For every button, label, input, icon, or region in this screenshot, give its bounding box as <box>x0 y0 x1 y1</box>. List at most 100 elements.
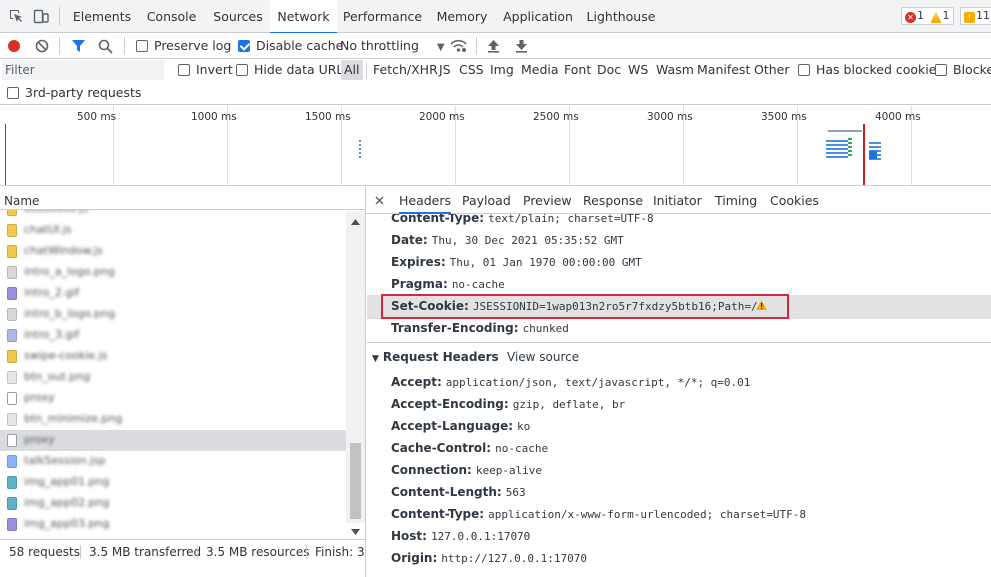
filter-type-font[interactable]: Font <box>561 60 594 80</box>
js-icon <box>7 224 17 237</box>
request-row[interactable]: intro_3.gif <box>0 325 346 346</box>
filter-input[interactable] <box>2 60 164 80</box>
hide-data-urls-box[interactable] <box>236 64 248 76</box>
filter-type-other[interactable]: Other <box>751 60 793 80</box>
request-row[interactable]: intro_b_logo.png <box>0 304 346 325</box>
header-value: 127.0.0.1:17070 <box>430 530 531 543</box>
issue-count: 11 <box>976 9 990 22</box>
request-row[interactable]: btn_minimize.png <box>0 409 346 430</box>
third-party-checkbox[interactable]: 3rd-party requests <box>7 80 141 106</box>
third-party-box[interactable] <box>7 87 19 99</box>
request-name: proxy <box>24 391 55 404</box>
has-blocked-cookies-checkbox[interactable]: Has blocked cookies <box>798 57 943 83</box>
request-headers-toggle[interactable]: ▼ Request Headers <box>372 346 499 368</box>
issues-badge[interactable]: ! 11 <box>960 7 991 25</box>
blocked-requests-box[interactable] <box>935 64 947 76</box>
warning-icon[interactable] <box>756 300 767 310</box>
header-name: Date: <box>391 233 428 247</box>
request-row[interactable]: proxy <box>0 388 346 409</box>
preserve-log-label: Preserve log <box>154 38 232 53</box>
blocked-requests-checkbox[interactable]: Blocked <box>935 57 991 83</box>
request-name: img_app03.png <box>24 517 110 530</box>
invert-box[interactable] <box>178 64 190 76</box>
request-row[interactable]: chatUI.js <box>0 220 346 241</box>
request-row[interactable]: intro_a_logo.png <box>0 262 346 283</box>
name-column-header[interactable]: Name <box>0 187 365 210</box>
detail-tab-initiator[interactable]: Initiator <box>653 187 702 214</box>
preserve-log-box[interactable] <box>136 40 148 52</box>
inspect-element-icon[interactable] <box>8 8 24 24</box>
tab-elements[interactable]: Elements <box>67 0 137 33</box>
detail-tab-preview[interactable]: Preview <box>523 187 572 214</box>
tab-network[interactable]: Network <box>270 0 337 34</box>
request-list-scrollbar[interactable] <box>346 211 365 535</box>
network-conditions-icon[interactable] <box>450 39 467 53</box>
tab-sources[interactable]: Sources <box>206 0 270 33</box>
detail-tab-timing[interactable]: Timing <box>715 187 757 214</box>
clear-icon[interactable] <box>35 39 49 53</box>
detail-tab-payload[interactable]: Payload <box>462 187 511 214</box>
request-row[interactable]: img_app01.png <box>0 472 346 493</box>
tab-performance[interactable]: Performance <box>337 0 428 33</box>
disable-cache-checkbox[interactable]: Disable cache <box>238 33 343 59</box>
filter-type-media[interactable]: Media <box>518 60 562 80</box>
timeline-tick-label: 1000 ms <box>191 111 237 123</box>
filter-type-fetch-xhr[interactable]: Fetch/XHR <box>370 60 441 80</box>
filter-icon[interactable] <box>71 39 86 53</box>
view-source-link[interactable]: View source <box>507 346 579 368</box>
preserve-log-checkbox[interactable]: Preserve log <box>136 33 231 59</box>
section-divider <box>367 342 991 343</box>
disable-cache-box[interactable] <box>238 40 250 52</box>
network-toolbar: Preserve log Disable cache No throttling… <box>0 33 991 59</box>
chevron-down-icon: ▼ <box>436 42 445 53</box>
scroll-thumb[interactable] <box>350 443 361 519</box>
detail-tab-headers[interactable]: Headers <box>399 187 452 214</box>
record-icon[interactable] <box>7 39 21 53</box>
request-row[interactable]: intro_2.gif <box>0 283 346 304</box>
search-icon[interactable] <box>98 39 113 54</box>
invert-checkbox[interactable]: Invert <box>178 57 233 83</box>
hide-data-urls-checkbox[interactable]: Hide data URLs <box>236 57 350 83</box>
filter-type-manifest[interactable]: Manifest <box>694 60 753 80</box>
scroll-down-icon[interactable] <box>351 529 360 535</box>
has-blocked-cookies-box[interactable] <box>798 64 810 76</box>
device-toolbar-icon[interactable] <box>33 8 49 24</box>
header-name: Pragma: <box>391 277 448 291</box>
toolbar-divider <box>59 7 60 26</box>
tab-console[interactable]: Console <box>137 0 206 33</box>
status-divider <box>197 545 198 559</box>
img-icon <box>7 371 17 384</box>
throttling-select[interactable]: No throttling ▼ <box>340 33 445 59</box>
request-name: proxy <box>24 433 55 446</box>
tab-memory[interactable]: Memory <box>428 0 496 33</box>
tab-application[interactable]: Application <box>496 0 580 33</box>
request-row[interactable]: img_app03.png <box>0 514 346 535</box>
close-icon[interactable] <box>375 196 384 205</box>
detail-tab-response[interactable]: Response <box>583 187 643 214</box>
request-row[interactable]: proxy <box>0 430 346 451</box>
scroll-up-icon[interactable] <box>351 219 360 225</box>
filter-type-wasm[interactable]: Wasm <box>653 60 697 80</box>
filter-type-ws[interactable]: WS <box>625 60 651 80</box>
detail-tab-cookies[interactable]: Cookies <box>770 187 819 214</box>
filter-type-img[interactable]: Img <box>487 60 517 80</box>
has-blocked-cookies-label: Has blocked cookies <box>816 62 943 77</box>
filter-type-js[interactable]: JS <box>436 60 454 80</box>
tab-lighthouse[interactable]: Lighthouse <box>580 0 662 33</box>
header-name: Accept-Language: <box>391 419 514 433</box>
filter-type-doc[interactable]: Doc <box>594 60 624 80</box>
request-row[interactable]: img_app02.png <box>0 493 346 514</box>
error-icon: ✕ <box>905 12 916 23</box>
filter-type-css[interactable]: CSS <box>456 60 487 80</box>
request-row[interactable]: swipe-cookie.js <box>0 346 346 367</box>
error-count-badge[interactable]: ✕ 1 ! 1 <box>901 7 954 25</box>
export-har-icon[interactable] <box>515 39 528 53</box>
filter-type-all[interactable]: All <box>341 60 363 80</box>
request-row[interactable]: btn_out.png <box>0 367 346 388</box>
import-har-icon[interactable] <box>487 39 500 53</box>
status-divider <box>80 545 81 559</box>
request-row[interactable]: chatWindow.js <box>0 241 346 262</box>
request-row[interactable]: talkSession.jsp <box>0 451 346 472</box>
network-overview[interactable]: 500 ms 1000 ms 1500 ms 2000 ms 2500 ms 3000 m… <box>0 106 991 186</box>
header-name: Cache-Control: <box>391 441 492 455</box>
